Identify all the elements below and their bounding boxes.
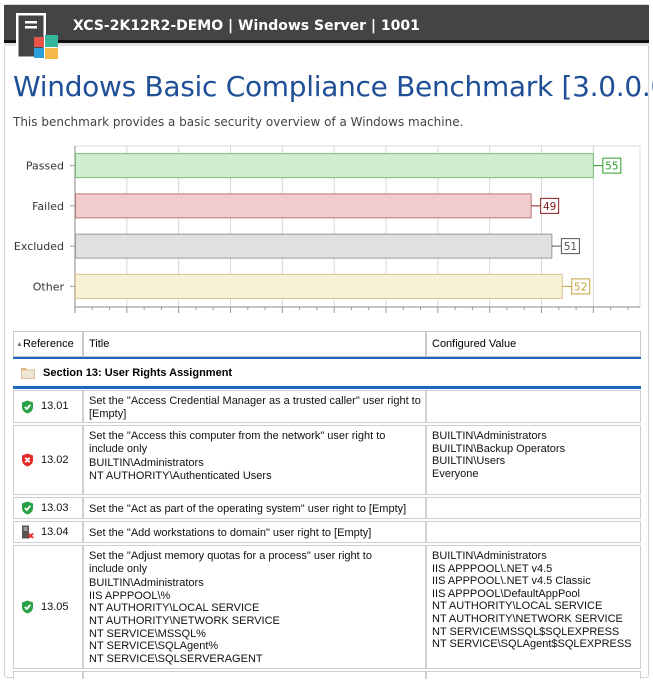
text-line: IIS APPPOOL\% — [89, 589, 171, 602]
reference-cell: 13.03 — [13, 497, 83, 519]
text-line: BUILTIN\Backup Operators — [432, 442, 566, 455]
text-line: NT SERVICE\SQLSERVERAGENT — [89, 652, 263, 665]
text-line: NT AUTHORITY\LOCAL SERVICE — [432, 600, 603, 613]
title-cell: Set the "Act as part of the operating sy… — [83, 497, 426, 519]
title-cell: Set the "Add workstations to domain" use… — [83, 521, 426, 543]
section-divider — [13, 386, 641, 389]
shield-check-icon — [21, 400, 34, 414]
title-cell: Set the "Access this computer from the n… — [83, 425, 426, 495]
server-excluded-icon — [21, 525, 34, 539]
data-label-failed: 49 — [543, 201, 556, 213]
text-line: BUILTIN\Administrators — [89, 457, 204, 470]
y-tick-label-excluded: Excluded — [14, 240, 64, 253]
bar-passed — [75, 153, 594, 179]
text-line: NT SERVICE\SQLAgent$SQLEXPRESS — [432, 638, 632, 651]
reference-cell: 13.02 — [13, 425, 83, 495]
shield-check-icon — [21, 600, 34, 614]
title-bar-shadow — [4, 43, 649, 46]
data-label-passed: 55 — [605, 161, 618, 173]
text-line: Set the "Act as part of the operating sy… — [89, 503, 407, 515]
title-cell: Set the "Access Credential Manager as a … — [83, 390, 426, 423]
y-tick-label-other: Other — [33, 280, 65, 293]
bar-excluded — [75, 233, 553, 259]
text-line: NT SERVICE\MSSQL$SQLEXPRESS — [432, 625, 620, 638]
text-line: BUILTIN\Users — [432, 455, 506, 468]
column-header-title[interactable]: Title — [83, 331, 426, 357]
text-line: BUILTIN\Administrators — [432, 430, 547, 442]
results-bar-chart: Passed 55 Failed 49 Excluded 51 Other 52 — [14, 145, 641, 313]
text-line: [Empty] — [89, 407, 127, 420]
shield-check-icon — [21, 501, 34, 515]
text-line: Everyone — [432, 467, 479, 480]
reference-number: 13.05 — [41, 600, 69, 613]
reference-cell: 13.05 — [13, 545, 83, 669]
configured-value-cell — [426, 390, 641, 423]
text-line: IIS APPPOOL\.NET v4.5 — [432, 562, 553, 575]
section-label: Section 13: User Rights Assignment — [43, 367, 233, 379]
text-line: Set the "Access Credential Manager as a … — [89, 395, 421, 407]
text-line: NT AUTHORITY\Authenticated Users — [89, 469, 272, 482]
reference-number: 13.03 — [41, 501, 69, 514]
shield-x-icon — [21, 453, 34, 467]
configured-value-cell: BUILTIN\Administrators BUILTIN\Backup Ope… — [426, 425, 641, 495]
text-line: include only — [89, 562, 148, 575]
reference-number: 13.04 — [41, 525, 69, 538]
column-header-configured-value[interactable]: Configured Value — [426, 331, 641, 357]
text-line: BUILTIN\Administrators — [432, 550, 547, 562]
text-line: NT SERVICE\SQLAgent% — [89, 640, 219, 653]
y-tick-label-failed: Failed — [32, 200, 64, 213]
text-line: include only — [89, 442, 148, 455]
windows-server-icon — [16, 13, 58, 59]
page-title: Windows Basic Compliance Benchmark [3.0.… — [13, 70, 653, 103]
text-line: Set the "Adjust memory quotas for a proc… — [89, 550, 372, 562]
data-label-other: 52 — [574, 281, 587, 293]
y-tick-label-passed: Passed — [26, 160, 64, 173]
window-title: XCS-2K12R2-DEMO | Windows Server | 1001 — [73, 18, 420, 34]
sort-ascending-icon: ▲ — [16, 341, 23, 348]
configured-value-cell: BUILTIN\Administrators IIS APPPOOL\.NET v… — [426, 545, 641, 669]
title-cell: Set the "Adjust memory quotas for a proc… — [83, 545, 426, 669]
bar-failed — [75, 193, 532, 219]
reference-cell: 13.04 — [13, 521, 83, 543]
folder-icon — [21, 368, 35, 379]
page-description: This benchmark provides a basic security… — [13, 115, 464, 129]
header-divider — [13, 357, 641, 359]
reference-number: 13.01 — [41, 400, 69, 413]
configured-value-cell — [426, 521, 641, 543]
text-line: NT SERVICE\MSSQL% — [89, 627, 206, 640]
column-header-reference[interactable]: ▲Reference — [13, 331, 83, 357]
bar-other — [75, 273, 563, 299]
data-label-excluded: 51 — [564, 241, 577, 253]
text-line: Set the "Add workstations to domain" use… — [89, 527, 372, 539]
text-line: NT AUTHORITY\NETWORK SERVICE — [89, 614, 280, 627]
text-line: BUILTIN\Administrators — [89, 577, 204, 590]
reference-number: 13.02 — [41, 453, 69, 466]
text-line: Set the "Access this computer from the n… — [89, 430, 386, 442]
text-line: NT AUTHORITY\LOCAL SERVICE — [89, 602, 260, 615]
configured-value-cell — [426, 497, 641, 519]
reference-cell: 13.01 — [13, 390, 83, 423]
text-line: NT AUTHORITY\NETWORK SERVICE — [432, 612, 623, 625]
text-line: IIS APPPOOL\.NET v4.5 Classic — [432, 575, 591, 588]
text-line: IIS APPPOOL\DefaultAppPool — [432, 587, 580, 600]
